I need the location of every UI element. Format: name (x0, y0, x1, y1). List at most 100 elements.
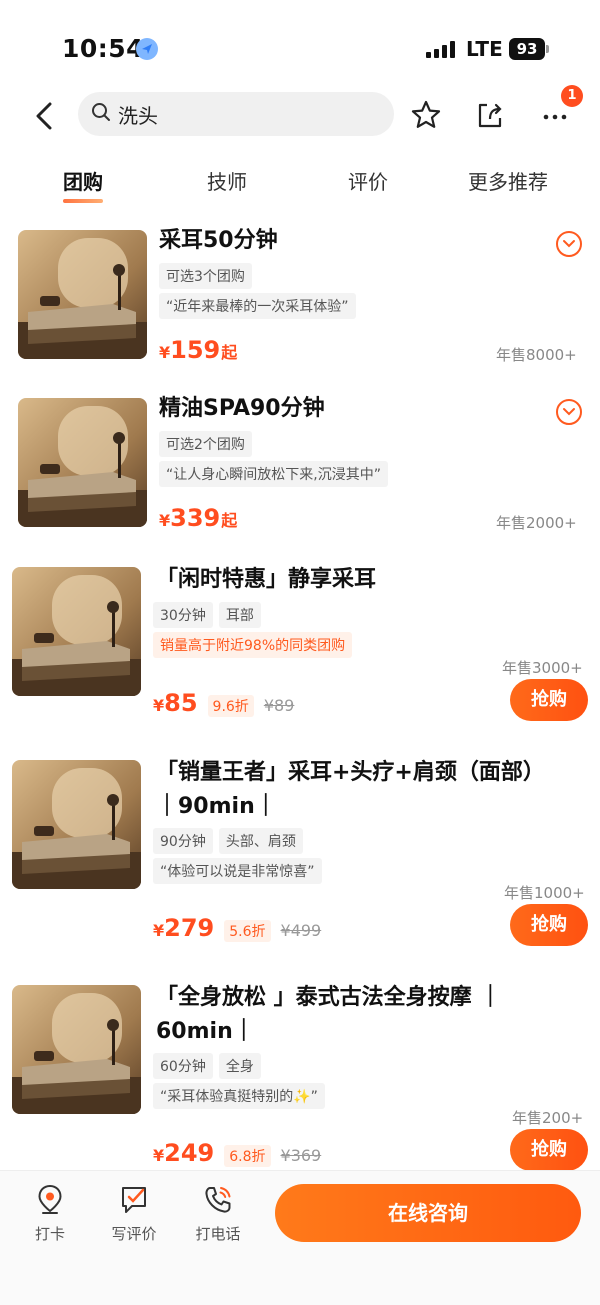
tab-group-buy[interactable]: 团购 (63, 166, 103, 203)
deal-sales: 年售3000+ (502, 659, 583, 677)
price-suffix: 起 (221, 511, 238, 530)
deal-title: 采耳50分钟 (159, 228, 278, 253)
deal-title-line1: 「销量王者」采耳+头疗+肩颈（面部） (156, 760, 545, 785)
currency: ¥ (159, 511, 171, 530)
deal-price: ¥ 249 6.8折 ¥369 (153, 1139, 321, 1167)
deal-title-line2: 60min｜ (156, 1019, 255, 1044)
discount-badge: 5.6折 (224, 920, 271, 942)
location-icon (136, 38, 158, 60)
buy-button[interactable]: 抢购 (510, 904, 588, 946)
deal-quote-row: “体验可以说是非常惊喜” (153, 858, 328, 884)
deal-tags: 可选2个团购 (159, 431, 258, 457)
deal-quote: “让人身心瞬间放松下来,沉浸其中” (159, 461, 388, 487)
deal-price: ¥ 159 起 (159, 336, 237, 364)
call-button[interactable]: 打电话 (188, 1183, 248, 1244)
search-input[interactable]: 洗头 (78, 92, 394, 136)
price-value: 85 (164, 689, 198, 717)
deal-title: 「全身放松 」泰式古法全身按摩 ｜ 60min｜ (156, 981, 576, 1049)
deal-tag: 耳部 (218, 602, 261, 628)
checkin-label: 打卡 (34, 1225, 65, 1243)
deal-price: ¥ 279 5.6折 ¥499 (153, 914, 321, 942)
share-icon[interactable] (473, 98, 507, 132)
deal-thumbnail (12, 985, 141, 1114)
deal-tags: 可选3个团购 (159, 263, 258, 289)
deal-price: ¥ 85 9.6折 ¥89 (153, 689, 294, 717)
tab-label: 更多推荐 (468, 170, 548, 194)
tab-reviews[interactable]: 评价 (348, 166, 388, 195)
signal-icon (426, 40, 455, 58)
deal-title: 精油SPA90分钟 (159, 396, 325, 421)
pin-icon (20, 1183, 80, 1217)
phone-icon (188, 1183, 248, 1217)
deal-highlight: 销量高于附近98%的同类团购 (153, 632, 353, 658)
notification-badge: 1 (561, 85, 583, 107)
original-price: ¥499 (280, 921, 322, 940)
deal-sales: 年售8000+ (496, 346, 577, 364)
chevron-down-icon[interactable] (556, 231, 582, 257)
deal-tag: 可选3个团购 (159, 263, 252, 289)
chevron-down-icon[interactable] (556, 399, 582, 425)
deal-quote: “采耳体验真挺特别的✨” (153, 1083, 325, 1109)
deal-quote-row: “让人身心瞬间放松下来,沉浸其中” (159, 461, 394, 487)
online-consult-button[interactable]: 在线咨询 (275, 1184, 581, 1242)
deal-quote-row: “采耳体验真挺特别的✨” (153, 1083, 331, 1109)
deal-highlight-row: 销量高于附近98%的同类团购 (153, 632, 358, 658)
deal-tags: 90分钟 头部、肩颈 (153, 828, 309, 854)
deal-title: 「闲时特惠」静享采耳 (156, 567, 377, 592)
deal-sales: 年售1000+ (504, 884, 585, 902)
star-icon[interactable] (409, 98, 443, 132)
deal-title-line1: 「全身放松 」泰式古法全身按摩 ｜ (156, 985, 502, 1010)
tab-label: 评价 (348, 170, 388, 194)
price-suffix: 起 (221, 343, 238, 362)
battery-tip (546, 45, 549, 53)
deal-sales: 年售200+ (512, 1109, 584, 1127)
discount-badge: 9.6折 (207, 695, 254, 717)
currency: ¥ (159, 343, 171, 362)
deal-quote: “近年来最棒的一次采耳体验” (159, 293, 356, 319)
currency: ¥ (153, 696, 165, 715)
buy-button[interactable]: 抢购 (510, 1129, 588, 1171)
deal-tag: 30分钟 (153, 602, 213, 628)
tab-more-recommend[interactable]: 更多推荐 (468, 166, 548, 195)
deal-price: ¥ 339 起 (159, 504, 237, 532)
deal-tag: 90分钟 (153, 828, 213, 854)
network-type: LTE (466, 37, 503, 61)
currency: ¥ (153, 921, 165, 940)
deal-thumbnail (18, 398, 147, 527)
buy-button[interactable]: 抢购 (510, 679, 588, 721)
deal-title: 「销量王者」采耳+头疗+肩颈（面部） ｜90min｜ (156, 756, 576, 824)
deal-tag: 全身 (218, 1053, 261, 1079)
price-value: 159 (170, 336, 221, 364)
back-icon[interactable] (30, 98, 60, 134)
deal-thumbnail (12, 760, 141, 889)
tab-label: 团购 (63, 170, 103, 194)
tab-bar: 团购 技师 评价 更多推荐 (0, 166, 600, 206)
edit-icon (104, 1183, 164, 1217)
tab-label: 技师 (207, 170, 247, 194)
deal-title-line2: ｜90min｜ (156, 794, 277, 819)
deal-tags: 30分钟 耳部 (153, 602, 267, 628)
deal-thumbnail (18, 230, 147, 359)
deal-quote-row: “近年来最棒的一次采耳体验” (159, 293, 362, 319)
checkin-button[interactable]: 打卡 (20, 1183, 80, 1244)
original-price: ¥89 (263, 696, 295, 715)
write-review-label: 写评价 (111, 1225, 157, 1243)
deal-thumbnail (12, 567, 141, 696)
original-price: ¥369 (280, 1146, 322, 1165)
bottom-action-bar: 打卡 写评价 打电话 在线咨询 (0, 1170, 600, 1305)
search-icon (90, 101, 112, 127)
deal-tags: 60分钟 全身 (153, 1053, 267, 1079)
currency: ¥ (153, 1146, 165, 1165)
deal-quote: “体验可以说是非常惊喜” (153, 858, 322, 884)
search-header: 洗头 (0, 88, 600, 144)
write-review-button[interactable]: 写评价 (104, 1183, 164, 1244)
tab-technician[interactable]: 技师 (207, 166, 247, 195)
deal-tag: 可选2个团购 (159, 431, 252, 457)
search-query: 洗头 (118, 103, 158, 128)
price-value: 279 (164, 914, 215, 942)
battery-icon: 93 (509, 38, 545, 60)
deal-tag: 头部、肩颈 (218, 828, 303, 854)
status-bar: 10:54 LTE 93 (0, 0, 600, 90)
tab-underline (63, 199, 103, 203)
status-time: 10:54 (62, 34, 145, 63)
